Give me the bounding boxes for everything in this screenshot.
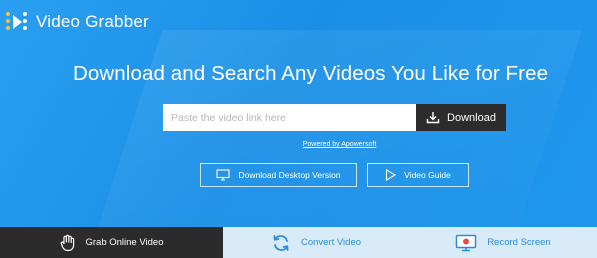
refresh-convert-icon <box>271 233 291 253</box>
video-link-input[interactable] <box>163 104 416 131</box>
brand-logo[interactable]: Video Grabber <box>6 9 149 35</box>
video-link-form: Download <box>163 104 506 131</box>
download-icon <box>426 111 440 124</box>
hand-grab-icon <box>60 234 76 252</box>
video-grabber-logo-icon <box>6 9 30 35</box>
hero-banner: Video Grabber Download and Search Any Vi… <box>0 0 597 227</box>
powered-by-link[interactable]: Powered by Apowersoft <box>0 141 597 148</box>
download-desktop-label: Download Desktop Version <box>238 170 341 180</box>
brand-name-bold: Grabber <box>85 12 149 31</box>
play-icon <box>385 169 397 181</box>
feature-tabs: Grab Online Video Convert Video Record S… <box>0 227 597 258</box>
brand-name: Video Grabber <box>36 12 149 32</box>
brand-name-prefix: Video <box>36 12 86 31</box>
download-button-label: Download <box>447 111 496 124</box>
record-screen-icon <box>455 234 477 252</box>
monitor-icon <box>216 169 231 181</box>
page-headline: Download and Search Any Videos You Like … <box>73 62 549 85</box>
tab-convert-video[interactable]: Convert Video <box>223 227 409 258</box>
video-guide-button[interactable]: Video Guide <box>367 163 469 187</box>
download-button[interactable]: Download <box>416 104 506 131</box>
tab-record-screen-label: Record Screen <box>487 237 551 248</box>
tab-convert-video-label: Convert Video <box>300 237 362 248</box>
tab-record-screen[interactable]: Record Screen <box>409 227 597 258</box>
tab-grab-online-video-label: Grab Online Video <box>85 237 164 248</box>
video-guide-label: Video Guide <box>404 170 451 180</box>
tab-grab-online-video[interactable]: Grab Online Video <box>0 227 223 258</box>
download-desktop-button[interactable]: Download Desktop Version <box>200 163 357 187</box>
